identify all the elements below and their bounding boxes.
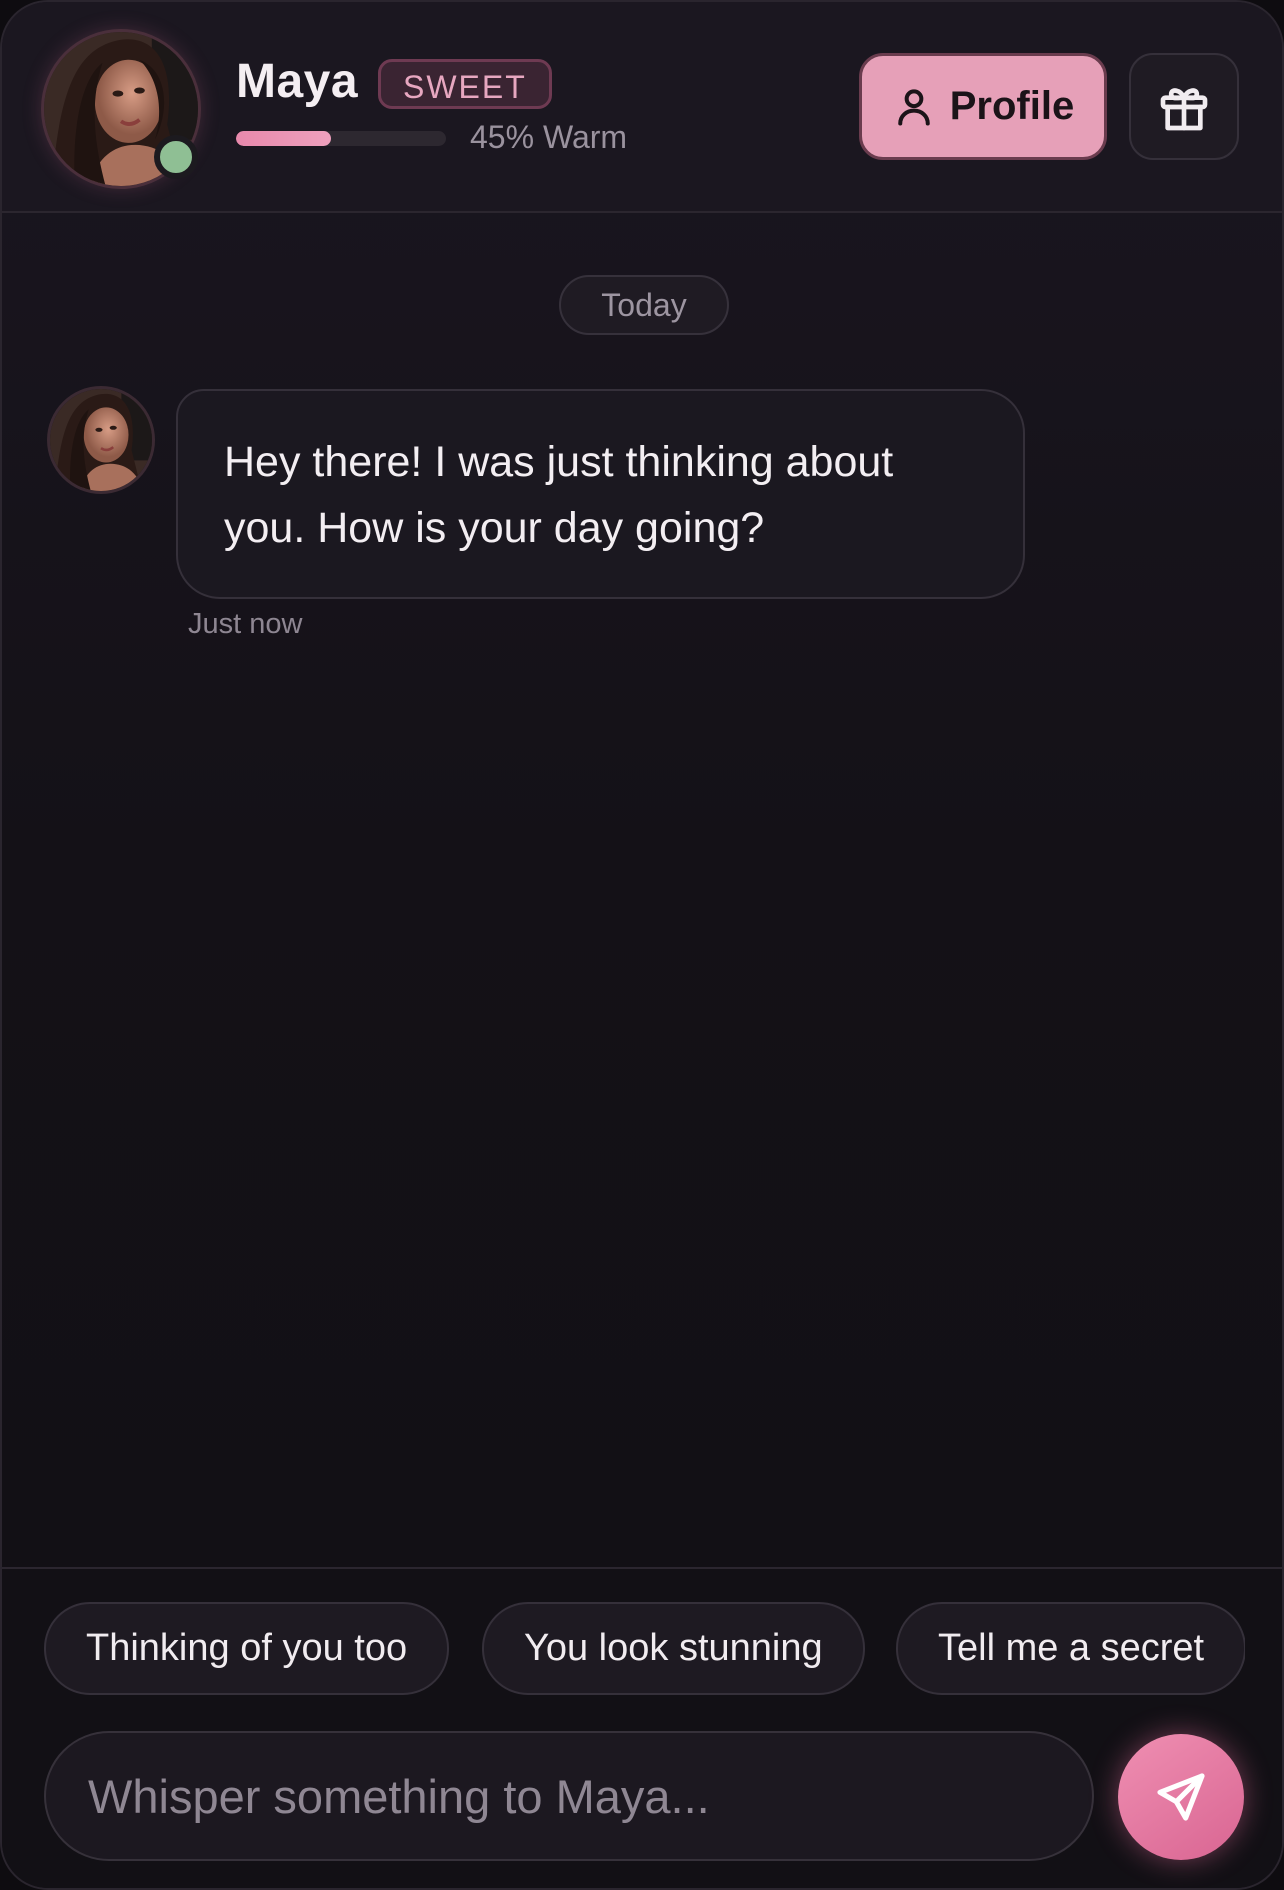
message-input[interactable] (44, 1731, 1094, 1861)
send-button[interactable] (1118, 1734, 1244, 1860)
quick-reply-chip[interactable]: You look stunning (482, 1602, 865, 1695)
quick-replies: Thinking of you too You look stunning Te… (2, 2, 1245, 1888)
chat-screen: Maya SWEET 45% Warm Profile Today Hey th… (0, 0, 1284, 1890)
quick-reply-chip[interactable]: Tell me a secret (896, 1602, 1245, 1695)
send-icon (1157, 1773, 1205, 1821)
quick-reply-chip[interactable]: Thinking of you too (44, 1602, 450, 1695)
